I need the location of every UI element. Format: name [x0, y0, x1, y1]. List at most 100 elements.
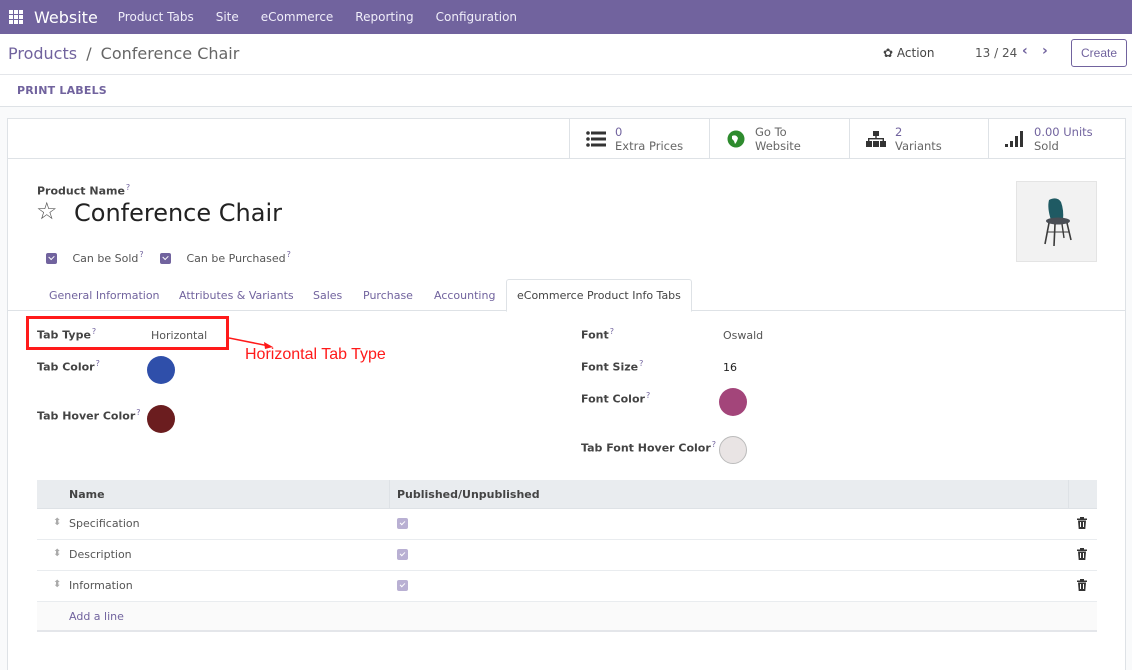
table-row[interactable]: ⬍ Information: [37, 571, 1097, 602]
go-to-website-button[interactable]: Go To Website: [709, 119, 849, 158]
control-panel: Products / Conference Chair ✿ Action 13 …: [0, 0, 1132, 74]
drag-handle-icon[interactable]: ⬍: [53, 579, 61, 590]
help-tooltip-icon[interactable]: ?: [712, 440, 716, 449]
trash-icon[interactable]: [1077, 548, 1087, 563]
variants-count: 2: [895, 124, 903, 139]
row-name[interactable]: Specification: [69, 517, 140, 530]
tab-color-swatch[interactable]: [147, 356, 175, 384]
can-be-sold-label: Can be Sold: [72, 251, 139, 265]
smart-button-box: 0 Extra Prices Go To Website 2 Variants 0.0…: [8, 119, 1125, 159]
notebook-tabs: General Information Attributes & Variant…: [8, 279, 1125, 312]
add-line-row: Add a line: [37, 602, 1097, 632]
units-sold-label: Sold: [1034, 138, 1059, 153]
published-checkbox[interactable]: [397, 518, 408, 529]
help-tooltip-icon[interactable]: ?: [139, 250, 143, 259]
font-size-label-text: Font Size: [581, 360, 639, 374]
variants-button[interactable]: 2 Variants: [849, 119, 988, 158]
help-tooltip-icon[interactable]: ?: [136, 408, 140, 417]
table-row[interactable]: ⬍ Description: [37, 540, 1097, 571]
drag-handle-icon[interactable]: ⬍: [53, 517, 61, 528]
tab-font-hover-color-label: Tab Font Hover Color?: [581, 440, 716, 455]
print-labels-button[interactable]: PRINT LABELS: [17, 84, 107, 97]
extra-prices-label: Extra Prices: [615, 138, 684, 153]
can-be-purchased-label: Can be Purchased: [186, 251, 286, 265]
product-image[interactable]: [1016, 181, 1097, 262]
column-header-name[interactable]: Name: [69, 488, 105, 501]
can-be-sold-checkbox[interactable]: Can be Sold?: [46, 250, 144, 265]
published-checkbox[interactable]: [397, 580, 408, 591]
tab-attributes-variants[interactable]: Attributes & Variants: [179, 289, 294, 302]
can-be-purchased-checkbox[interactable]: Can be Purchased?: [160, 250, 291, 265]
column-divider: [389, 480, 390, 509]
pager-next-icon[interactable]: ›: [1042, 43, 1048, 59]
product-name-field[interactable]: Conference Chair: [74, 199, 282, 227]
tab-general-information[interactable]: General Information: [49, 289, 160, 302]
list-icon: [585, 130, 607, 147]
action-button[interactable]: ✿ Action: [883, 46, 934, 60]
tab-accounting[interactable]: Accounting: [434, 289, 495, 302]
column-header-published[interactable]: Published/Unpublished: [397, 488, 540, 501]
pager-value[interactable]: 13 / 24: [975, 46, 1017, 60]
help-tooltip-icon[interactable]: ?: [126, 183, 130, 192]
font-field[interactable]: Oswald: [723, 329, 763, 342]
product-name-label: Product Name?: [37, 183, 130, 198]
help-tooltip-icon[interactable]: ?: [610, 327, 614, 336]
annotation-highlight-box: [26, 316, 229, 350]
row-name[interactable]: Description: [69, 548, 132, 561]
checkbox-checked-icon[interactable]: [160, 253, 171, 265]
units-sold-value: 0.00 Units: [1034, 124, 1093, 139]
breadcrumb-separator: /: [86, 44, 92, 63]
favorite-star-icon[interactable]: ☆: [36, 197, 58, 225]
font-size-label: Font Size?: [581, 359, 643, 374]
column-divider: [1068, 480, 1069, 509]
breadcrumb: Products / Conference Chair: [8, 44, 239, 63]
tab-hover-color-label: Tab Hover Color?: [37, 408, 141, 423]
pager-previous-icon[interactable]: ‹: [1022, 43, 1028, 59]
tab-color-label: Tab Color?: [37, 359, 100, 374]
trash-icon[interactable]: [1077, 579, 1087, 594]
tab-ecommerce-product-info-tabs[interactable]: eCommerce Product Info Tabs: [506, 279, 692, 312]
tab-font-hover-color-swatch[interactable]: [719, 436, 747, 464]
tab-purchase[interactable]: Purchase: [363, 289, 413, 302]
extra-prices-value: 0: [615, 124, 623, 139]
breadcrumb-products[interactable]: Products: [8, 44, 77, 63]
help-tooltip-icon[interactable]: ?: [96, 359, 100, 368]
sitemap-icon: [865, 130, 887, 147]
font-size-field[interactable]: 16: [723, 361, 737, 374]
font-label: Font?: [581, 327, 614, 342]
table-row[interactable]: ⬍ Specification: [37, 509, 1097, 540]
trash-icon[interactable]: [1077, 517, 1087, 532]
action-label: Action: [896, 46, 935, 60]
go-to-label: Go To: [755, 124, 787, 139]
help-tooltip-icon[interactable]: ?: [646, 391, 650, 400]
form-statusbar: [0, 75, 1132, 107]
published-checkbox[interactable]: [397, 549, 408, 560]
font-color-label: Font Color?: [581, 391, 650, 406]
help-tooltip-icon[interactable]: ?: [287, 250, 291, 259]
website-label: Website: [755, 138, 801, 153]
signal-icon: [1004, 130, 1026, 147]
font-color-swatch[interactable]: [719, 388, 747, 416]
tab-font-hover-color-label-text: Tab Font Hover Color: [581, 441, 711, 455]
font-color-label-text: Font Color: [581, 392, 645, 406]
help-tooltip-icon[interactable]: ?: [639, 359, 643, 368]
tab-hover-color-label-text: Tab Hover Color: [37, 409, 136, 423]
checkbox-checked-icon[interactable]: [46, 253, 57, 265]
create-button[interactable]: Create: [1071, 39, 1127, 67]
tab-hover-color-swatch[interactable]: [147, 405, 175, 433]
annotation-text: Horizontal Tab Type: [245, 346, 386, 363]
table-header: Name Published/Unpublished: [37, 480, 1097, 509]
product-tabs-table: Name Published/Unpublished ⬍ Specificati…: [37, 480, 1097, 632]
breadcrumb-current: Conference Chair: [100, 44, 240, 63]
variants-label: Variants: [895, 138, 942, 153]
add-a-line-link[interactable]: Add a line: [69, 610, 124, 623]
gear-icon: ✿: [883, 46, 894, 60]
globe-icon: [725, 130, 747, 148]
font-label-text: Font: [581, 328, 609, 342]
units-sold-button[interactable]: 0.00 Units Sold: [988, 119, 1127, 158]
drag-handle-icon[interactable]: ⬍: [53, 548, 61, 559]
extra-prices-button[interactable]: 0 Extra Prices: [569, 119, 709, 158]
tab-sales[interactable]: Sales: [313, 289, 342, 302]
tab-color-label-text: Tab Color: [37, 360, 95, 374]
row-name[interactable]: Information: [69, 579, 133, 592]
